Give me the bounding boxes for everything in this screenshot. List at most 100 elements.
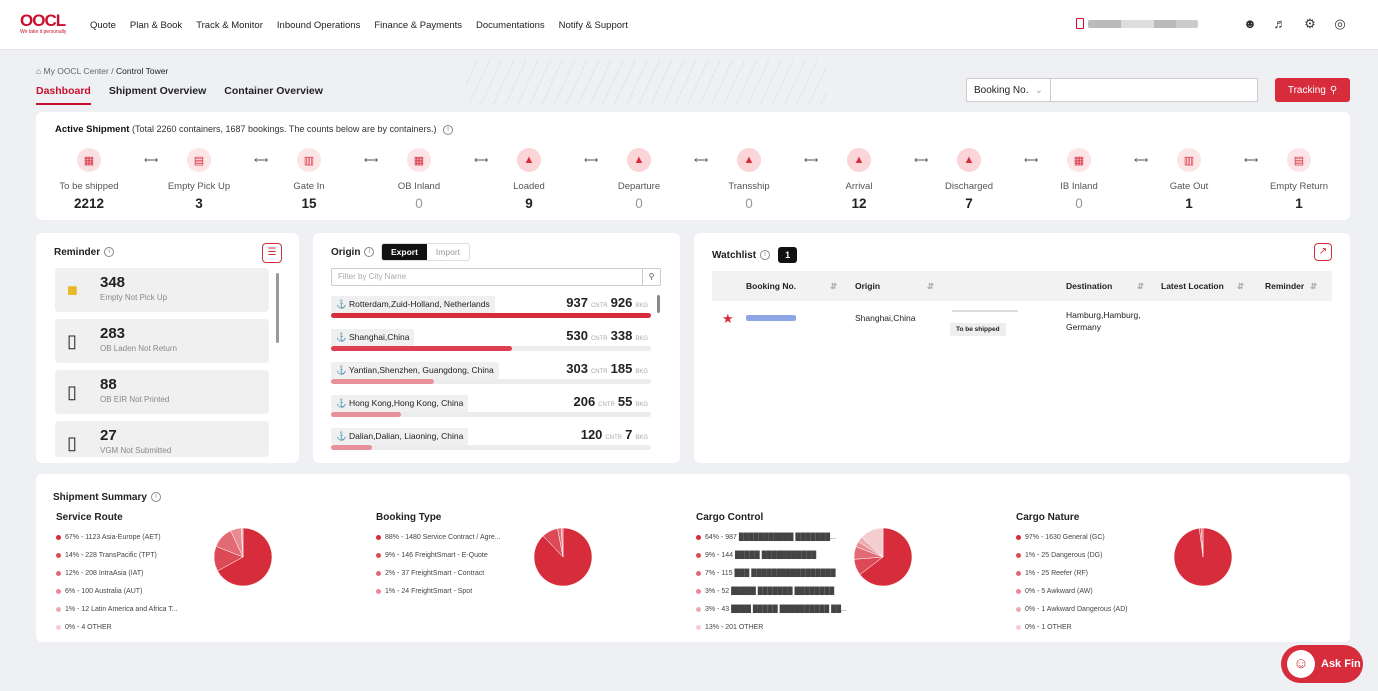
stage-gate-in[interactable]: ▥ Gate In 15 (264, 148, 354, 211)
legend-item[interactable]: 6% - 100 Australia (AUT) (56, 583, 366, 601)
legend-item[interactable]: 9% - 146 FreightSmart - E-Quote (376, 547, 686, 565)
stage-transship[interactable]: ▲ Transship 0 (704, 148, 794, 211)
col-booking-no[interactable]: Booking No. (746, 281, 796, 291)
oocl-logo[interactable]: OOCL We take it personally (20, 12, 80, 36)
stage-departure[interactable]: ▲ Departure 0 (594, 148, 684, 211)
info-icon[interactable]: i (364, 247, 375, 258)
breadcrumb-home[interactable]: My OOCL Center (44, 66, 109, 76)
legend-item[interactable]: 88% - 1480 Service Contract / Agre... (376, 529, 686, 547)
col-reminder[interactable]: Reminder (1265, 281, 1304, 291)
legend-text: 64% - 987 ███████████ ███████... (705, 534, 836, 541)
user-account[interactable]: ████████ ████ ███ ███ (1076, 18, 1198, 29)
search-icon[interactable]: ⚲ (642, 269, 660, 285)
col-destination[interactable]: Destination (1066, 281, 1112, 291)
origin-row[interactable]: ⚓ Shanghai,China 530 CNTR 338 BKG (331, 328, 651, 359)
reminder-item-ob-laden[interactable]: ▯ 283 OB Laden Not Return (55, 319, 269, 363)
pie-chart[interactable] (534, 528, 592, 586)
stage-arrival[interactable]: ▲ Arrival 12 (814, 148, 904, 211)
stage-empty-pick-up[interactable]: ▤ Empty Pick Up 3 (154, 148, 244, 211)
toggle-import[interactable]: Import (427, 244, 469, 260)
reminder-filter-button[interactable]: ☰ (262, 243, 282, 263)
legend-item[interactable]: 14% - 228 TransPacific (TPT) (56, 547, 366, 565)
stage-discharged[interactable]: ▲ Discharged 7 (924, 148, 1014, 211)
legend-item[interactable]: 12% - 208 IntraAsia (IAT) (56, 565, 366, 583)
pie-chart[interactable] (1174, 528, 1232, 586)
stage-ib-inland[interactable]: ▦ IB Inland 0 (1034, 148, 1124, 211)
origin-row[interactable]: ⚓ Yantian,Shenzhen, Guangdong, China 303… (331, 361, 651, 392)
reminder-item-vgm[interactable]: ▯ 27 VGM Not Submitted (55, 421, 269, 457)
legend-item[interactable]: 9% - 144 █████ ███████████ (696, 547, 1006, 565)
search-type-value: Booking No. (974, 85, 1029, 96)
sort-icon[interactable]: ⇵ (830, 281, 837, 292)
stage-gate-out[interactable]: ▥ Gate Out 1 (1144, 148, 1234, 211)
nav-notify-support[interactable]: Notify & Support (559, 20, 628, 31)
info-icon[interactable]: i (760, 250, 771, 260)
legend-item[interactable]: 0% - 1 OTHER (1016, 619, 1326, 637)
origin-row[interactable]: ⚓ Hong Kong,Hong Kong, China 206 CNTR 55 BK… (331, 394, 651, 425)
stage-ob-inland[interactable]: ▦ OB Inland 0 (374, 148, 464, 211)
legend-item[interactable]: 64% - 987 ███████████ ███████... (696, 529, 1006, 547)
info-icon[interactable]: i (104, 247, 115, 258)
settings-icon[interactable]: ⚙ (1302, 16, 1318, 32)
nav-finance-payments[interactable]: Finance & Payments (374, 20, 462, 31)
tracking-button[interactable]: Tracking ⚲ (1275, 78, 1350, 102)
ask-fin-button[interactable]: ☺ Ask Fin (1281, 645, 1363, 683)
external-link-icon[interactable]: ↗ (1314, 243, 1332, 261)
sort-icon[interactable]: ⇵ (1237, 281, 1244, 292)
search-input[interactable] (1050, 78, 1258, 102)
origin-scrollbar[interactable] (657, 295, 660, 313)
stage-loaded[interactable]: ▲ Loaded 9 (484, 148, 574, 211)
sort-icon[interactable]: ⇵ (927, 281, 934, 292)
stage-to-be-shipped[interactable]: ▦ To be shipped 2212 (44, 148, 134, 211)
shipment-summary-card: Shipment Summary i Service Route 67% - 112… (36, 474, 1350, 642)
booking-no-link[interactable]: ██████████ (746, 315, 796, 321)
legend-item[interactable]: 3% - 52 █████ ███████ ████████ (696, 583, 1006, 601)
home-icon[interactable]: ⌂ (36, 66, 41, 76)
legend-item[interactable]: 0% - 5 Awkward (AW) (1016, 583, 1326, 601)
speaker-icon[interactable]: ♬ (1272, 16, 1288, 32)
col-latest-location[interactable]: Latest Location (1161, 281, 1224, 291)
toggle-export[interactable]: Export (382, 244, 427, 260)
nav-inbound-operations[interactable]: Inbound Operations (277, 20, 360, 31)
col-origin[interactable]: Origin (855, 281, 880, 291)
legend-item[interactable]: 2% - 37 FreightSmart - Contract (376, 565, 686, 583)
reminder-item-ob-eir[interactable]: ▯ 88 OB EIR Not Printed (55, 370, 269, 414)
origin-row[interactable]: ⚓ Rotterdam,Zuid-Holland, Netherlands 93… (331, 295, 651, 326)
nav-track-monitor[interactable]: Track & Monitor (196, 20, 263, 31)
pie-chart[interactable] (854, 528, 912, 586)
tab-dashboard[interactable]: Dashboard (36, 85, 91, 105)
nav-quote[interactable]: Quote (90, 20, 116, 31)
info-icon[interactable]: i (443, 124, 453, 135)
legend-item[interactable]: 97% - 1630 General (GC) (1016, 529, 1326, 547)
origin-row[interactable]: ⚓ Dalian,Dalian, Liaoning, China 120 CNTR… (331, 427, 651, 458)
info-icon[interactable]: i (150, 492, 161, 503)
legend-item[interactable]: 3% - 43 ████ █████ ██████████ ██... (696, 601, 1006, 619)
nav-documentations[interactable]: Documentations (476, 20, 545, 31)
legend-item[interactable]: 1% - 24 FreightSmart - Spot (376, 583, 686, 601)
legend-text: 2% - 37 FreightSmart - Contract (385, 570, 485, 577)
legend-item[interactable]: 0% - 1 Awkward Dangerous (AD) (1016, 601, 1326, 619)
legend-item[interactable]: 67% - 1123 Asia-Europe (AET) (56, 529, 366, 547)
city-filter-input[interactable]: Filter by City Name ⚲ (331, 268, 661, 286)
sort-icon[interactable]: ⇵ (1137, 281, 1144, 292)
legend-item[interactable]: 0% - 4 OTHER (56, 619, 366, 637)
legend-item[interactable]: 13% - 201 OTHER (696, 619, 1006, 637)
pie-chart[interactable] (214, 528, 272, 586)
stage-empty-return[interactable]: ▤ Empty Return 1 (1254, 148, 1344, 211)
search-type-select[interactable]: Booking No. ⌄ (966, 78, 1051, 102)
legend-item[interactable]: 7% - 115 ███ █████████████████ (696, 565, 1006, 583)
legend-item[interactable]: 1% - 25 Dangerous (DG) (1016, 547, 1326, 565)
star-icon[interactable]: ★ (722, 311, 734, 327)
table-row[interactable]: ★ ██████████ Shanghai,China To be shippe… (712, 305, 1332, 345)
legend-item[interactable]: 1% - 25 Reefer (RF) (1016, 565, 1326, 583)
reminder-item-empty-not-pick-up[interactable]: ■ 348 Empty Not Pick Up (55, 268, 269, 312)
tab-container-overview[interactable]: Container Overview (224, 85, 323, 105)
sort-icon[interactable]: ⇵ (1310, 281, 1317, 292)
nav-plan-book[interactable]: Plan & Book (130, 20, 182, 31)
tab-shipment-overview[interactable]: Shipment Overview (109, 85, 206, 105)
anchor-icon: ⚓ (336, 398, 347, 408)
reminder-scrollbar[interactable] (276, 273, 279, 343)
profile-icon[interactable]: ☻ (1242, 16, 1258, 32)
globe-icon[interactable]: ◎ (1332, 16, 1348, 32)
legend-item[interactable]: 1% - 12 Latin America and Africa T... (56, 601, 366, 619)
